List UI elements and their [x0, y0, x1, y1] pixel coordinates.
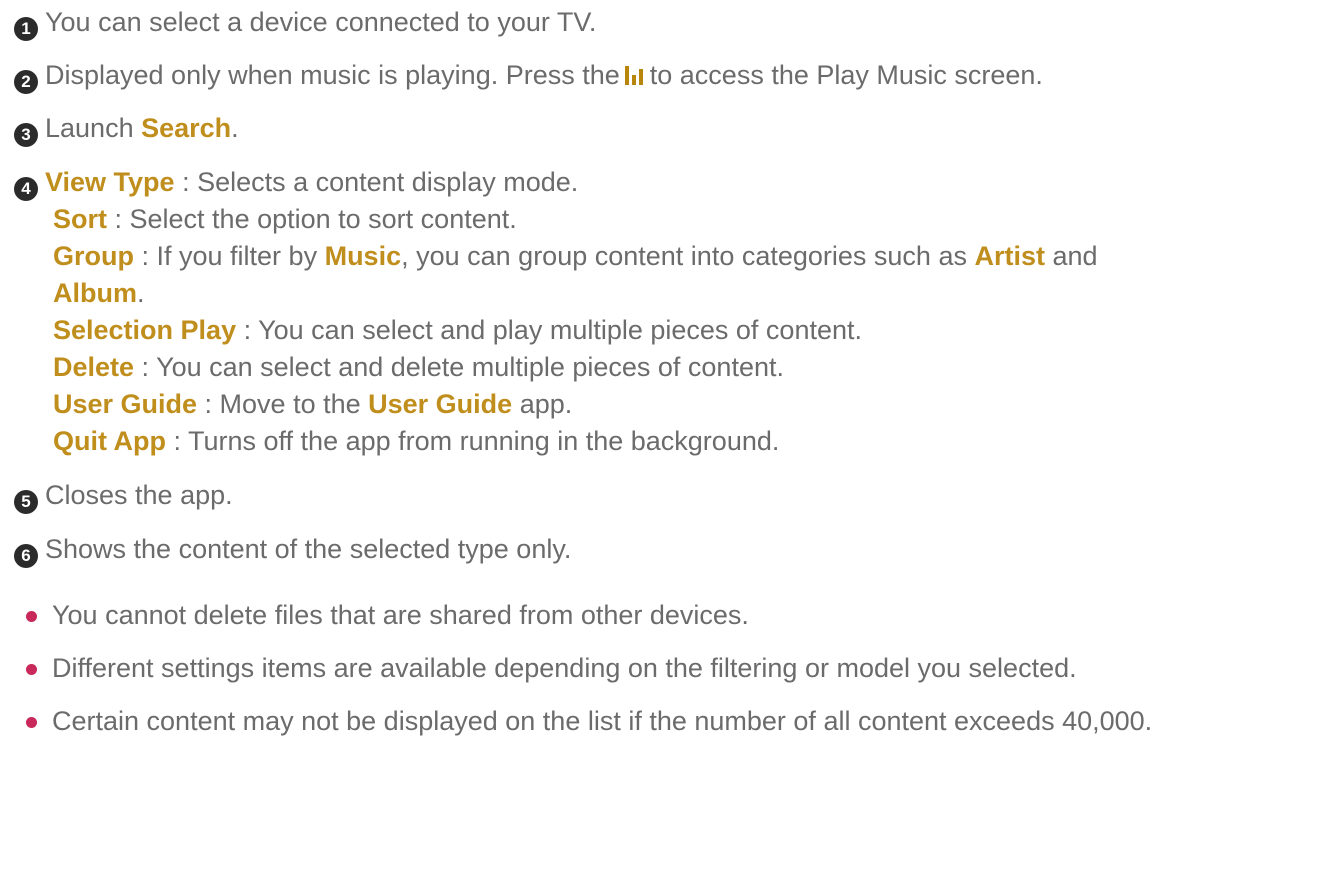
- quit-app-term: Quit App: [53, 426, 166, 456]
- bullet-dot: [26, 664, 37, 675]
- group-desc-2: , you can group content into categories …: [401, 241, 975, 271]
- number-badge-3: 3: [14, 123, 38, 147]
- note-item: Certain content may not be displayed on …: [15, 704, 1316, 739]
- option-user-guide: User Guide : Move to the User Guide app.: [53, 386, 1316, 423]
- note-item: Different settings items are available d…: [15, 651, 1316, 686]
- option-selection-play: Selection Play : You can select and play…: [53, 312, 1316, 349]
- group-and: and: [1044, 241, 1098, 271]
- item-3: 3 Launch Search.: [14, 110, 1318, 147]
- item-6-text: Shows the content of the selected type o…: [45, 534, 572, 564]
- item-3-suffix: .: [231, 113, 239, 143]
- delete-desc: : You can select and delete multiple pie…: [134, 352, 784, 382]
- note-item: You cannot delete files that are shared …: [15, 598, 1316, 633]
- selection-play-desc: : You can select and play multiple piece…: [236, 315, 862, 345]
- option-sort: Sort : Select the option to sort content…: [53, 201, 1316, 238]
- user-guide-app-name: User Guide: [368, 389, 513, 419]
- note-text: Certain content may not be displayed on …: [52, 706, 1153, 736]
- sort-desc: : Select the option to sort content.: [107, 204, 517, 234]
- artist-term: Artist: [974, 241, 1045, 271]
- search-term: Search: [141, 113, 232, 143]
- number-badge-5: 5: [14, 490, 38, 514]
- item-1: 1 You can select a device connected to yo…: [14, 4, 1318, 41]
- option-group-continued: Album.: [53, 275, 1316, 312]
- option-delete: Delete : You can select and delete multi…: [53, 349, 1316, 386]
- number-badge-6: 6: [14, 544, 38, 568]
- item-5-text: Closes the app.: [45, 480, 233, 510]
- user-guide-desc-1: : Move to the: [197, 389, 369, 419]
- number-badge-4: 4: [14, 177, 38, 201]
- sort-term: Sort: [53, 204, 107, 234]
- quit-app-desc: : Turns off the app from running in the …: [165, 426, 780, 456]
- number-badge-2: 2: [14, 70, 38, 94]
- group-end: .: [137, 278, 145, 308]
- user-guide-term: User Guide: [53, 389, 198, 419]
- note-text: You cannot delete files that are shared …: [52, 600, 749, 630]
- item-1-text: You can select a device connected to you…: [45, 7, 597, 37]
- option-group: Group : If you filter by Music, you can …: [53, 238, 1316, 275]
- music-bars-icon: [624, 59, 646, 96]
- album-term: Album: [53, 278, 137, 308]
- item-4: 4 View Type : Selects a content display m…: [14, 164, 1318, 201]
- view-type-term: View Type: [45, 167, 175, 197]
- item-6: 6 Shows the content of the selected type …: [14, 531, 1318, 568]
- item-5: 5 Closes the app.: [14, 477, 1318, 514]
- music-term: Music: [324, 241, 402, 271]
- delete-term: Delete: [53, 352, 135, 382]
- help-page: 1 You can select a device connected to yo…: [0, 0, 1326, 870]
- item-3-prefix: Launch: [45, 113, 142, 143]
- item-2-text-after: to access the Play Music screen.: [649, 60, 1043, 90]
- group-term: Group: [53, 241, 134, 271]
- note-text: Different settings items are available d…: [52, 653, 1077, 683]
- user-guide-desc-2: app.: [512, 389, 573, 419]
- bullet-dot: [26, 611, 37, 622]
- item-2: 2 Displayed only when music is playing. P…: [14, 57, 1318, 96]
- item-2-text-before: Displayed only when music is playing. Pr…: [45, 60, 620, 90]
- selection-play-term: Selection Play: [53, 315, 237, 345]
- view-type-desc: : Selects a content display mode.: [174, 167, 579, 197]
- number-badge-1: 1: [14, 17, 38, 41]
- option-quit-app: Quit App : Turns off the app from runnin…: [53, 423, 1316, 460]
- bullet-dot: [26, 717, 37, 728]
- group-desc-1: : If you filter by: [134, 241, 325, 271]
